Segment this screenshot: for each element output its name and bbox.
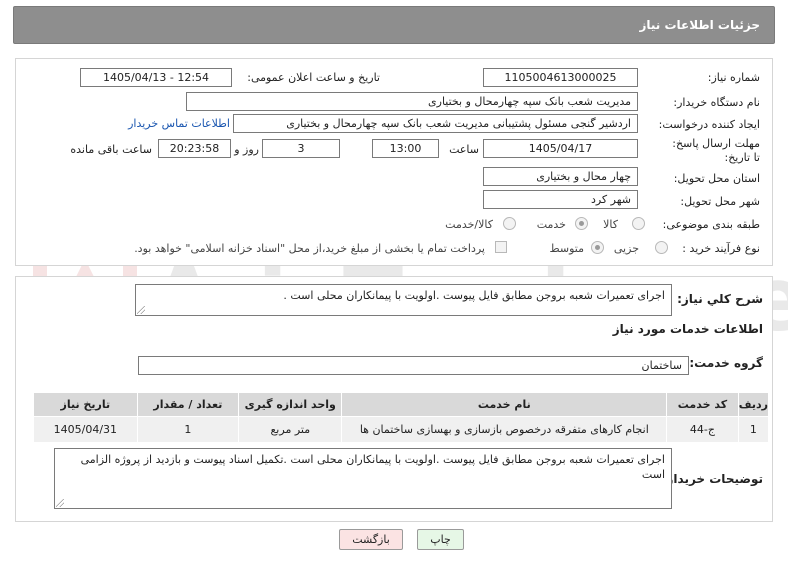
need-date-cell: 1405/04/31 xyxy=(33,416,138,443)
resize-handle-icon[interactable] xyxy=(56,499,64,507)
announce-datetime-field: 1405/04/13 - 12:54 xyxy=(80,68,232,87)
category-label: طبقه بندی موضوعی: xyxy=(662,218,760,231)
table-header-cell: تعداد / مقدار xyxy=(136,392,240,417)
print-button[interactable]: چاپ xyxy=(417,529,464,550)
description-text: اجرای تعمیرات شعبه بروجن مطابق فایل پیوس… xyxy=(283,289,665,302)
city-field: شهر کرد xyxy=(483,190,638,209)
treasury-checkbox[interactable] xyxy=(495,241,507,253)
quantity-cell: 1 xyxy=(136,416,240,443)
requester-field: اردشیر گنجی مسئول پشتیبانی مدیریت شعب با… xyxy=(233,114,638,133)
service-name-cell: انجام کارهای متفرقه درخصوص بازسازی و بهس… xyxy=(341,416,668,443)
province-field: چهار محال و بختیاری xyxy=(483,167,638,186)
table-header-row: ردیف کد خدمت نام خدمت واحد اندازه گیری ت… xyxy=(33,392,770,417)
table-row: 1 ج-44 انجام کارهای متفرقه درخصوص بازساز… xyxy=(33,416,770,443)
remaining-label: ساعت باقی مانده xyxy=(70,143,152,156)
contact-info-link[interactable]: اطلاعات تماس خریدار xyxy=(128,117,230,130)
table-header-cell: تاریخ نیاز xyxy=(33,392,138,417)
need-number-field: 1105004613000025 xyxy=(483,68,638,87)
purchase-partial-label: جزیی xyxy=(613,242,639,255)
purchase-type-label: نوع فرآیند خرید : xyxy=(682,242,760,255)
announce-datetime-label: تاریخ و ساعت اعلان عمومی: xyxy=(247,71,380,84)
page-title: جزئیات اطلاعات نیاز xyxy=(639,18,760,32)
category-service-radio[interactable] xyxy=(575,217,588,230)
unit-cell: متر مربع xyxy=(238,416,343,443)
day-and-label: روز و xyxy=(234,143,259,156)
treasury-note: پرداخت تمام یا بخشی از مبلغ خرید،از محل … xyxy=(134,242,485,255)
buyer-org-field: مدیریت شعب بانک سپه چهارمحال و بختیاری xyxy=(186,92,638,111)
service-code-cell: ج-44 xyxy=(666,416,739,443)
buyer-org-label: نام دستگاه خریدار: xyxy=(673,96,760,109)
description-label: شرح كلي نياز: xyxy=(677,292,763,306)
requester-label: ایجاد کننده درخواست: xyxy=(658,118,760,131)
purchase-medium-label: متوسط xyxy=(549,242,584,255)
category-goods-radio[interactable] xyxy=(632,217,645,230)
purchase-partial-radio[interactable] xyxy=(655,241,668,254)
category-goods-service-radio[interactable] xyxy=(503,217,516,230)
need-info-panel xyxy=(15,58,773,266)
back-button[interactable]: بازگشت xyxy=(339,529,403,550)
days-field: 3 xyxy=(262,139,340,158)
hour-label: ساعت xyxy=(449,143,479,156)
need-number-label: شماره نیاز: xyxy=(707,71,760,84)
category-goods-label: کالا xyxy=(603,218,618,231)
services-info-heading: اطلاعات خدمات مورد نیاز xyxy=(612,322,763,336)
buyer-notes-text: اجرای تعمیرات شعبه بروجن مطابق فایل پیوس… xyxy=(80,453,665,481)
buyer-notes-label: توضیحات خریدار: xyxy=(661,472,763,486)
page-header: جزئیات اطلاعات نیاز xyxy=(13,6,775,44)
table-header-cell: ردیف xyxy=(737,392,770,417)
deadline-time-field: 13:00 xyxy=(372,139,439,158)
resize-handle-icon[interactable] xyxy=(137,306,145,314)
description-textarea: اجرای تعمیرات شعبه بروجن مطابق فایل پیوس… xyxy=(135,284,672,316)
deadline-date-field: 1405/04/17 xyxy=(483,139,638,158)
category-service-label: خدمت xyxy=(536,218,566,231)
service-group-field: ساختمان xyxy=(138,356,689,375)
purchase-medium-radio[interactable] xyxy=(591,241,604,254)
services-table: ردیف کد خدمت نام خدمت واحد اندازه گیری ت… xyxy=(33,392,770,443)
remaining-time-field: 20:23:58 xyxy=(158,139,231,158)
table-header-cell: واحد اندازه گیری xyxy=(238,392,343,417)
table-header-cell: کد خدمت xyxy=(666,392,739,417)
category-goods-service-label: کالا/خدمت xyxy=(445,218,493,231)
buyer-notes-textarea: اجرای تعمیرات شعبه بروجن مطابق فایل پیوس… xyxy=(54,448,672,509)
service-group-label: گروه خدمت: xyxy=(689,356,763,370)
province-label: استان محل تحویل: xyxy=(673,172,760,185)
table-header-cell: نام خدمت xyxy=(341,392,668,417)
city-label: شهر محل تحویل: xyxy=(680,195,760,208)
deadline-label: مهلت ارسال پاسخ: تا تاریخ: xyxy=(672,137,760,164)
row-number-cell: 1 xyxy=(737,416,770,443)
